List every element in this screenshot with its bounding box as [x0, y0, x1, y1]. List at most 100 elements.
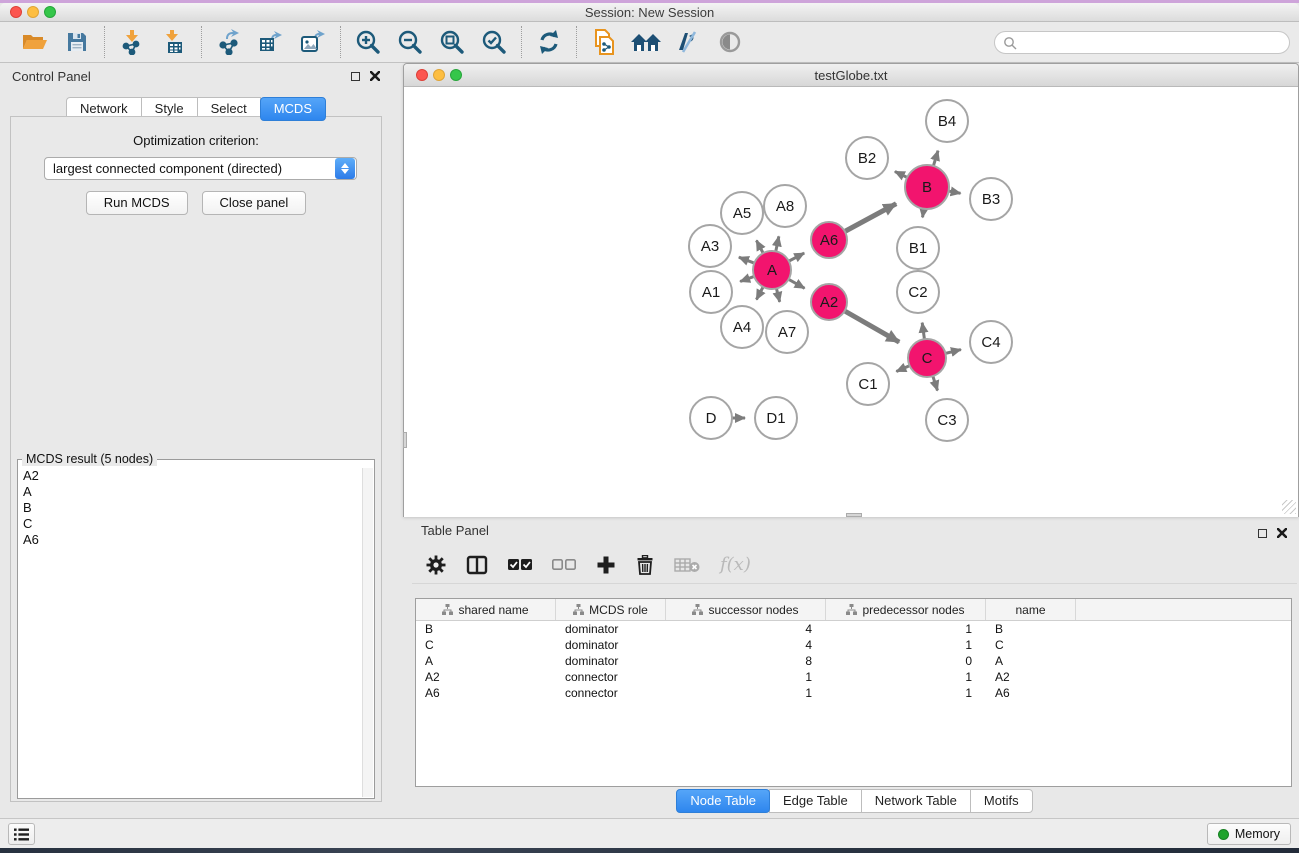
add-column-button[interactable] — [596, 555, 616, 575]
cell: A6 — [416, 686, 556, 700]
cell: B — [986, 622, 1076, 636]
cell: C — [416, 638, 556, 652]
table-panel: Table Panel f(x) shared nameMCDS role — [410, 520, 1299, 818]
column-header-successor-nodes[interactable]: successor nodes — [666, 599, 826, 620]
node-label-A: A — [767, 262, 777, 279]
open-file-button[interactable] — [18, 26, 52, 58]
close-table-panel-icon[interactable] — [1277, 528, 1287, 538]
zoom-in-button[interactable] — [351, 26, 385, 58]
tab-node-table[interactable]: Node Table — [676, 789, 770, 813]
node-label-B1: B1 — [909, 240, 927, 257]
delete-columns-button[interactable] — [636, 555, 654, 575]
table-row[interactable]: Bdominator41B — [416, 621, 1291, 637]
tab-edge-table[interactable]: Edge Table — [769, 789, 862, 813]
tab-network-table[interactable]: Network Table — [861, 789, 971, 813]
table-row[interactable]: A6connector11A6 — [416, 685, 1291, 701]
node-label-B4: B4 — [938, 113, 956, 130]
table-header-row: shared nameMCDS rolesuccessor nodesprede… — [416, 599, 1291, 621]
clone-network-button[interactable] — [587, 26, 621, 58]
window-left-grip[interactable] — [403, 432, 407, 448]
export-image-button[interactable] — [296, 26, 330, 58]
zoom-out-button[interactable] — [393, 26, 427, 58]
network-window-title: testGlobe.txt — [404, 68, 1298, 83]
result-item-b[interactable]: B — [20, 500, 361, 516]
cell: A — [416, 654, 556, 668]
criterion-selected-value: largest connected component (directed) — [45, 161, 335, 176]
delete-table-icon — [674, 556, 700, 574]
result-item-a6[interactable]: A6 — [20, 532, 361, 548]
node-label-A5: A5 — [733, 205, 751, 222]
node-label-B2: B2 — [858, 150, 876, 167]
search-input[interactable] — [994, 31, 1290, 54]
node-label-A1: A1 — [702, 284, 720, 301]
node-label-C2: C2 — [908, 284, 927, 301]
node-label-D: D — [706, 410, 717, 427]
result-item-c[interactable]: C — [20, 516, 361, 532]
node-label-A2: A2 — [820, 294, 838, 311]
result-item-a[interactable]: A — [20, 484, 361, 500]
refresh-button[interactable] — [532, 26, 566, 58]
table-row[interactable]: A2connector11A2 — [416, 669, 1291, 685]
mcds-result-box: MCDS result (5 nodes) A2ABCA6 — [17, 459, 375, 799]
cell: 1 — [666, 686, 826, 700]
zoom-fit-button[interactable] — [435, 26, 469, 58]
export-table-button[interactable] — [254, 26, 288, 58]
tab-motifs[interactable]: Motifs — [970, 789, 1033, 813]
trash-icon — [636, 555, 654, 575]
cell: 1 — [826, 622, 986, 636]
network-canvas[interactable]: B4B2BB3A5A8A6B1A3AC2A1A2A4A7C4CC1DD1C3 — [404, 87, 1298, 517]
float-panel-icon[interactable] — [351, 72, 360, 81]
function-builder-button[interactable]: f(x) — [720, 554, 751, 575]
deselect-all-columns-button[interactable] — [552, 558, 576, 572]
toggle-columns-button[interactable] — [466, 555, 488, 575]
export-network-button[interactable] — [212, 26, 246, 58]
optimization-criterion-label: Optimization criterion: — [11, 133, 381, 148]
hide-graphics-details-button[interactable] — [671, 26, 705, 58]
node-label-A8: A8 — [776, 198, 794, 215]
node-table: shared nameMCDS rolesuccessor nodesprede… — [415, 598, 1292, 787]
cell: C — [986, 638, 1076, 652]
cell: 1 — [826, 670, 986, 684]
table-row[interactable]: Adominator80A — [416, 653, 1291, 669]
column-header-predecessor-nodes[interactable]: predecessor nodes — [826, 599, 986, 620]
table-row[interactable]: Cdominator41C — [416, 637, 1291, 653]
column-header-MCDS-role[interactable]: MCDS role — [556, 599, 666, 620]
node-label-C: C — [922, 350, 933, 367]
column-type-icon — [573, 604, 584, 615]
refresh-icon — [536, 29, 562, 55]
home-button[interactable] — [629, 26, 663, 58]
network-window-titlebar[interactable]: testGlobe.txt — [404, 64, 1298, 87]
import-network-icon — [119, 29, 145, 55]
window-resize-grip[interactable] — [1282, 500, 1296, 514]
hide-graphics-details-icon — [675, 30, 701, 54]
cell: 8 — [666, 654, 826, 668]
criterion-select[interactable]: largest connected component (directed) — [44, 157, 357, 180]
window-bottom-grip[interactable] — [846, 513, 862, 517]
result-scrollbar[interactable] — [362, 468, 373, 797]
save-session-button[interactable] — [60, 26, 94, 58]
close-panel-icon[interactable] — [370, 71, 380, 81]
table-panel-tabs: Node TableEdge TableNetwork TableMotifs — [410, 789, 1299, 813]
task-history-button[interactable] — [8, 823, 35, 845]
zoom-selected-button[interactable] — [477, 26, 511, 58]
column-header-shared-name[interactable]: shared name — [416, 599, 556, 620]
select-all-columns-button[interactable] — [508, 558, 532, 572]
birds-eye-view-button[interactable] — [713, 26, 747, 58]
cell: A2 — [416, 670, 556, 684]
result-item-a2[interactable]: A2 — [20, 468, 361, 484]
import-table-button[interactable] — [157, 26, 191, 58]
run-mcds-button[interactable]: Run MCDS — [86, 191, 188, 215]
import-network-button[interactable] — [115, 26, 149, 58]
node-label-B: B — [922, 179, 932, 196]
table-settings-button[interactable] — [426, 555, 446, 575]
cell: 1 — [826, 638, 986, 652]
delete-table-button[interactable] — [674, 556, 700, 574]
export-table-icon — [258, 29, 284, 55]
memory-status-icon — [1218, 829, 1229, 840]
memory-button[interactable]: Memory — [1207, 823, 1291, 845]
column-header-name[interactable]: name — [986, 599, 1076, 620]
mcds-result-list[interactable]: A2ABCA6 — [20, 468, 361, 796]
tab-mcds[interactable]: MCDS — [260, 97, 326, 121]
close-panel-button[interactable]: Close panel — [202, 191, 307, 215]
float-table-panel-icon[interactable] — [1258, 529, 1267, 538]
